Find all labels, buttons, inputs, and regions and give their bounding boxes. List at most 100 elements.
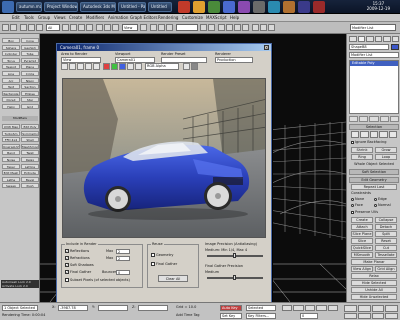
render-frame-icon[interactable] bbox=[260, 24, 267, 31]
tool-button-rectangle[interactable]: Rectangle bbox=[2, 90, 20, 96]
create-button[interactable]: Create bbox=[351, 217, 373, 223]
zoom-extents-icon[interactable] bbox=[371, 305, 385, 312]
reflections-max-spinner[interactable]: 2 bbox=[116, 249, 130, 254]
tool-button-section[interactable]: Section bbox=[21, 84, 39, 90]
remove-modifier-icon[interactable] bbox=[379, 116, 389, 122]
utilities-tab-icon[interactable] bbox=[391, 36, 399, 42]
go-to-end-icon[interactable] bbox=[327, 305, 339, 311]
play-icon[interactable] bbox=[304, 305, 316, 311]
tool-button-bend[interactable]: Bend bbox=[2, 150, 20, 156]
tool-button-donut[interactable]: Donut bbox=[2, 97, 20, 103]
mirror-icon[interactable] bbox=[200, 24, 207, 31]
tool-button-ffd-4x4[interactable]: FFD 4x4 bbox=[2, 137, 20, 143]
alpha-channel-icon[interactable] bbox=[127, 63, 134, 70]
tool-button-helix[interactable]: Helix bbox=[2, 104, 20, 109]
auto-key-button[interactable]: Auto Key bbox=[220, 305, 242, 311]
app-icon[interactable] bbox=[253, 1, 265, 13]
modifier-list-dropdown[interactable]: Modifier List bbox=[349, 52, 399, 58]
tool-button-teapot[interactable]: Teapot bbox=[2, 64, 20, 70]
app-icon[interactable] bbox=[268, 1, 280, 13]
modifier-stack[interactable]: Editable Poly bbox=[349, 60, 399, 114]
hierarchy-tab-icon[interactable] bbox=[366, 36, 374, 42]
key-mode-dropdown[interactable]: Selected bbox=[246, 305, 276, 311]
rendered-image[interactable] bbox=[62, 78, 266, 238]
menu-views[interactable]: Views bbox=[54, 15, 66, 21]
menu-rendering[interactable]: Rendering bbox=[158, 15, 178, 21]
tool-button-line[interactable]: Line bbox=[2, 71, 20, 76]
copy-image-icon[interactable] bbox=[69, 63, 76, 70]
final-gather-checkbox[interactable]: ✓Final Gather bbox=[65, 270, 91, 275]
tool-button-geosph[interactable]: GeoSph bbox=[21, 44, 39, 50]
quickslice-button[interactable]: QuickSlice bbox=[351, 245, 373, 251]
menu-help[interactable]: Help bbox=[230, 15, 239, 21]
tool-button-meshsmooth[interactable]: MeshSmooth bbox=[21, 143, 39, 149]
zoom-all-icon[interactable] bbox=[357, 305, 371, 312]
bind-icon[interactable] bbox=[36, 24, 43, 31]
next-frame-icon[interactable] bbox=[316, 305, 327, 311]
save-image-icon[interactable] bbox=[61, 63, 68, 70]
app-icon[interactable] bbox=[298, 1, 310, 13]
selection-filter[interactable]: All bbox=[46, 24, 60, 31]
pivot-icon[interactable] bbox=[140, 24, 147, 31]
tool-button-edit-poly[interactable]: Edit Poly bbox=[21, 124, 39, 129]
image-precision-slider-knob[interactable] bbox=[233, 253, 236, 258]
menu-group[interactable]: Group bbox=[38, 15, 50, 21]
key-filters-button[interactable]: Key Filters... bbox=[246, 313, 276, 319]
selection-rollout[interactable]: Selection bbox=[349, 124, 399, 130]
set-key-button[interactable]: Set Key bbox=[220, 313, 242, 319]
constraint-edge-radio[interactable]: Edge bbox=[374, 197, 387, 202]
create-tab-icon[interactable] bbox=[349, 36, 357, 42]
app-icon[interactable] bbox=[208, 1, 220, 13]
add-time-tag[interactable]: Add Time Tag bbox=[176, 313, 200, 318]
collapse-button[interactable]: Collapse bbox=[375, 217, 397, 223]
loop-button[interactable]: Loop bbox=[375, 154, 397, 160]
grow-button[interactable]: Grow bbox=[375, 147, 397, 153]
tool-button-star[interactable]: Star bbox=[21, 97, 39, 103]
detach-button[interactable]: Detach bbox=[375, 224, 397, 230]
tool-button-noise[interactable]: Noise bbox=[2, 157, 20, 162]
preserve-uvs-checkbox[interactable]: Preserve UVs bbox=[351, 210, 378, 215]
y-coordinate-field[interactable] bbox=[98, 305, 128, 311]
clear-all-button[interactable]: Clear All bbox=[158, 275, 188, 282]
tool-button-edit-mesh[interactable]: Edit Mesh bbox=[2, 170, 20, 176]
reflections-checkbox[interactable]: ✓Reflections bbox=[65, 249, 89, 254]
tool-button-grid[interactable]: Grid bbox=[21, 104, 39, 109]
msmooth-button[interactable]: MSmooth bbox=[351, 252, 373, 258]
reference-coordinate-combo[interactable]: View bbox=[122, 24, 138, 31]
reuse-geometry-checkbox[interactable]: Geometry bbox=[151, 253, 173, 258]
menu-maxscript[interactable]: MAXScript bbox=[206, 15, 227, 21]
taskbar-window-4[interactable]: Untitled - Paint bbox=[118, 2, 146, 12]
polygon-icon[interactable] bbox=[379, 131, 388, 138]
zoom-icon[interactable] bbox=[344, 305, 357, 312]
clear-icon[interactable] bbox=[93, 63, 100, 70]
taskbar-window-2[interactable]: Project Window 2.0 bbox=[44, 2, 78, 12]
tool-button-tube[interactable]: Tube bbox=[21, 51, 39, 57]
rotate-icon[interactable] bbox=[104, 24, 111, 31]
pin-stack-icon[interactable] bbox=[349, 116, 359, 122]
constraint-face-radio[interactable]: Face bbox=[351, 203, 363, 208]
window-crossing-icon[interactable] bbox=[86, 24, 93, 31]
tool-button-sweep[interactable]: Sweep bbox=[2, 183, 20, 189]
snap-icon[interactable] bbox=[150, 24, 157, 31]
orbit-icon[interactable] bbox=[371, 312, 385, 319]
tool-button-box[interactable]: Box bbox=[2, 38, 20, 43]
constraint-none-radio[interactable]: None bbox=[351, 197, 364, 202]
motion-tab-icon[interactable] bbox=[374, 36, 382, 42]
element-icon[interactable] bbox=[388, 131, 398, 138]
redo-icon[interactable] bbox=[10, 24, 17, 31]
tool-button-bevel[interactable]: Bevel bbox=[21, 176, 39, 182]
tool-button-ngon[interactable]: NGon bbox=[21, 77, 39, 83]
tool-button-sphere[interactable]: Sphere bbox=[2, 44, 20, 50]
clone-window-icon[interactable] bbox=[77, 63, 84, 70]
tool-button-circle[interactable]: Circle bbox=[21, 71, 39, 76]
red-channel-icon[interactable] bbox=[103, 63, 110, 70]
maximize-viewport-icon[interactable] bbox=[385, 312, 398, 319]
tool-button-lathe[interactable]: Lathe bbox=[2, 176, 20, 182]
attach-button[interactable]: Attach bbox=[351, 224, 373, 230]
material-editor-icon[interactable] bbox=[242, 24, 249, 31]
menu-edit[interactable]: Edit bbox=[12, 15, 20, 21]
edit-geometry-rollout[interactable]: Edit Geometry bbox=[349, 177, 399, 183]
align-icon[interactable] bbox=[208, 24, 215, 31]
percent-snap-icon[interactable] bbox=[166, 24, 173, 31]
menu-graph-editors[interactable]: Graph Editors bbox=[130, 15, 157, 21]
